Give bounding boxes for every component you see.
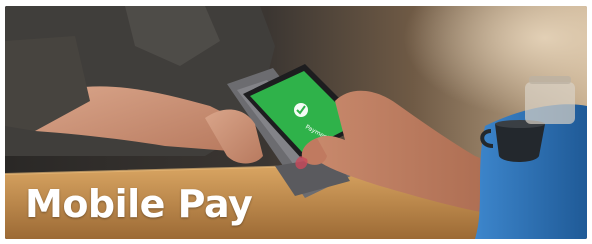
glass-jar — [525, 76, 575, 124]
banner-title: Mobile Pay — [25, 182, 253, 226]
banner-image: Payment Sent Mobile Pay — [5, 6, 587, 239]
